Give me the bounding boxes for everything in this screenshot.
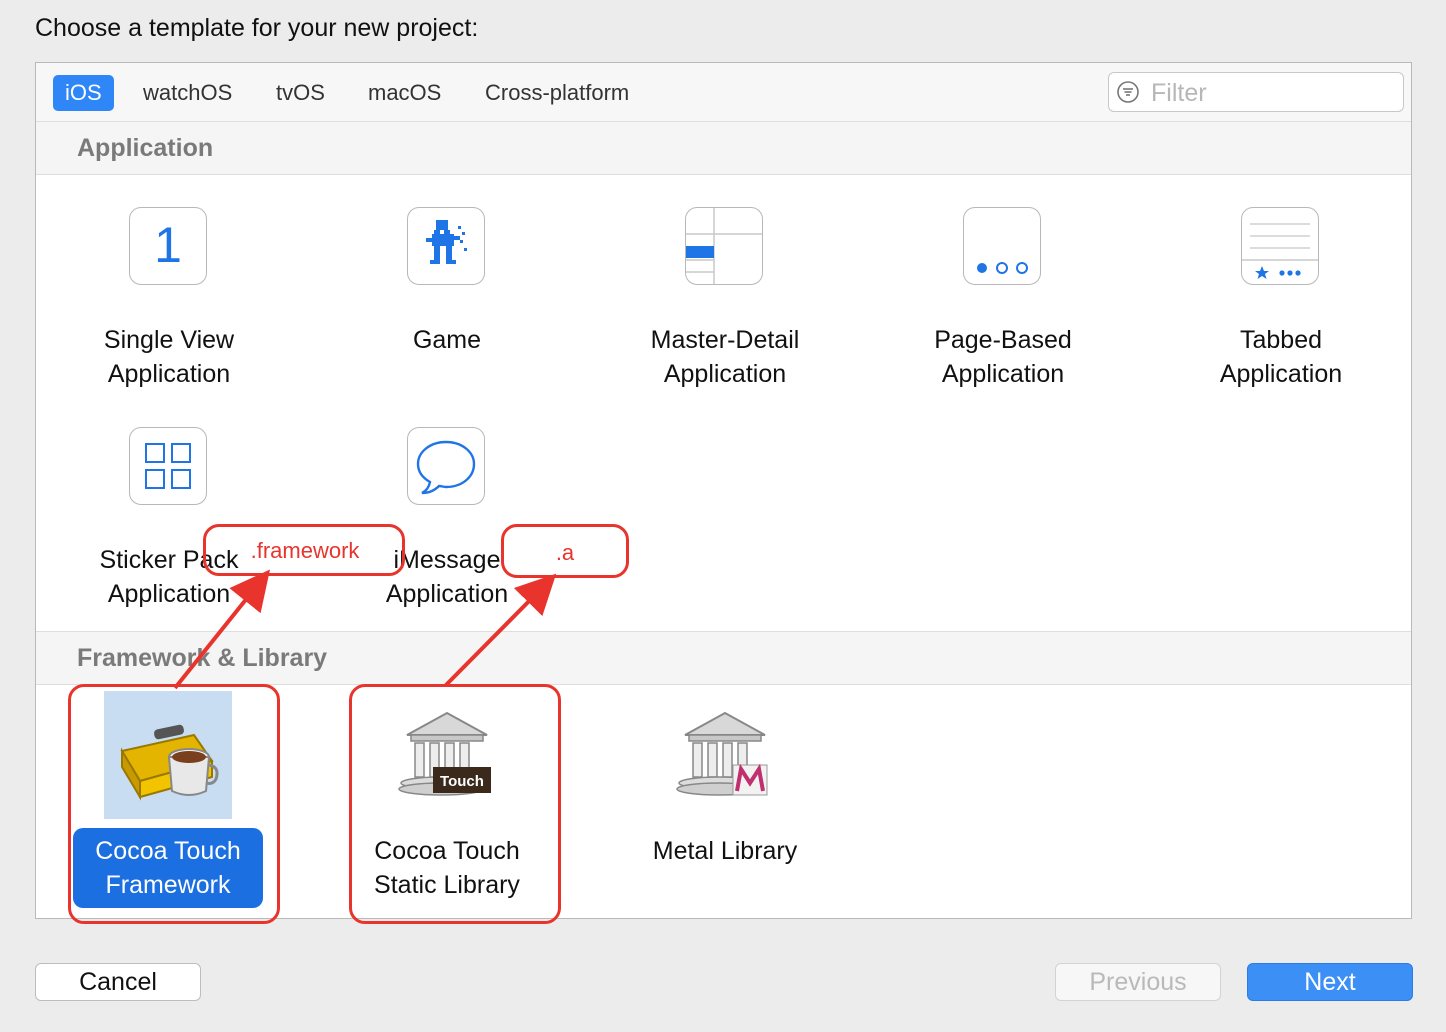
template-label-line1: Metal Library <box>652 837 798 865</box>
annotation-a-label: .a <box>555 540 575 565</box>
template-label-line2: Application <box>941 360 1065 388</box>
single-view-icon: 1 <box>129 207 207 285</box>
next-button[interactable]: Next <box>1247 963 1413 1001</box>
imessage-icon <box>407 427 485 505</box>
filter-field[interactable] <box>1108 72 1404 112</box>
template-label-line2: Application <box>1219 360 1343 388</box>
tabbed-icon <box>1241 207 1319 285</box>
cancel-button[interactable]: Cancel <box>35 963 201 1001</box>
metal-library-icon <box>676 711 768 796</box>
template-label-line2: Application <box>107 360 231 388</box>
section-header-application: Application <box>36 121 1411 175</box>
sticker-pack-icon <box>129 427 207 505</box>
tab-ios[interactable]: iOS <box>53 75 114 111</box>
template-label-line1: Page-Based <box>934 326 1072 354</box>
page-based-icon <box>963 207 1041 285</box>
section-title: Framework & Library <box>77 644 328 672</box>
template-label-line2: Application <box>663 360 787 388</box>
template-label-line2: Application <box>107 580 231 608</box>
template-label-line1: Single View <box>103 326 235 354</box>
dialog-heading: Choose a template for your new project: <box>35 14 479 42</box>
section-title: Application <box>77 134 214 162</box>
template-label-line1: Master-Detail <box>650 326 800 354</box>
annotation-box-static-template <box>349 684 561 924</box>
annotation-framework-label: .framework <box>250 538 360 563</box>
previous-button[interactable]: Previous <box>1055 963 1221 1001</box>
template-single-view[interactable]: 1 Single View Application <box>74 207 264 397</box>
template-metal-library[interactable]: Metal Library <box>630 691 820 911</box>
section-header-framework-library: Framework & Library <box>36 631 1411 685</box>
template-label-line1: Tabbed <box>1239 326 1323 354</box>
annotation-box-framework-template <box>68 684 280 924</box>
template-label-line1: Game <box>412 326 482 354</box>
tab-watchos[interactable]: watchOS <box>131 75 244 111</box>
filter-icon <box>1117 81 1139 103</box>
platform-tabbar: iOS watchOS tvOS macOS Cross-platform <box>36 63 1411 122</box>
filter-input[interactable] <box>1149 77 1393 109</box>
template-sticker-pack[interactable]: Sticker Pack Application <box>74 427 264 617</box>
template-imessage[interactable]: iMessage Application <box>352 427 542 617</box>
tab-macos[interactable]: macOS <box>356 75 453 111</box>
tab-cross-platform[interactable]: Cross-platform <box>473 75 641 111</box>
template-tabbed[interactable]: Tabbed Application <box>1186 207 1376 397</box>
template-master-detail[interactable]: Master-Detail Application <box>630 207 820 397</box>
template-label-line2: Application <box>385 580 509 608</box>
master-detail-icon <box>685 207 763 285</box>
template-game[interactable]: Game <box>352 207 542 397</box>
game-icon <box>407 207 485 285</box>
single-view-glyph: 1 <box>154 217 182 273</box>
tab-tvos[interactable]: tvOS <box>264 75 337 111</box>
template-page-based[interactable]: Page-Based Application <box>908 207 1098 397</box>
